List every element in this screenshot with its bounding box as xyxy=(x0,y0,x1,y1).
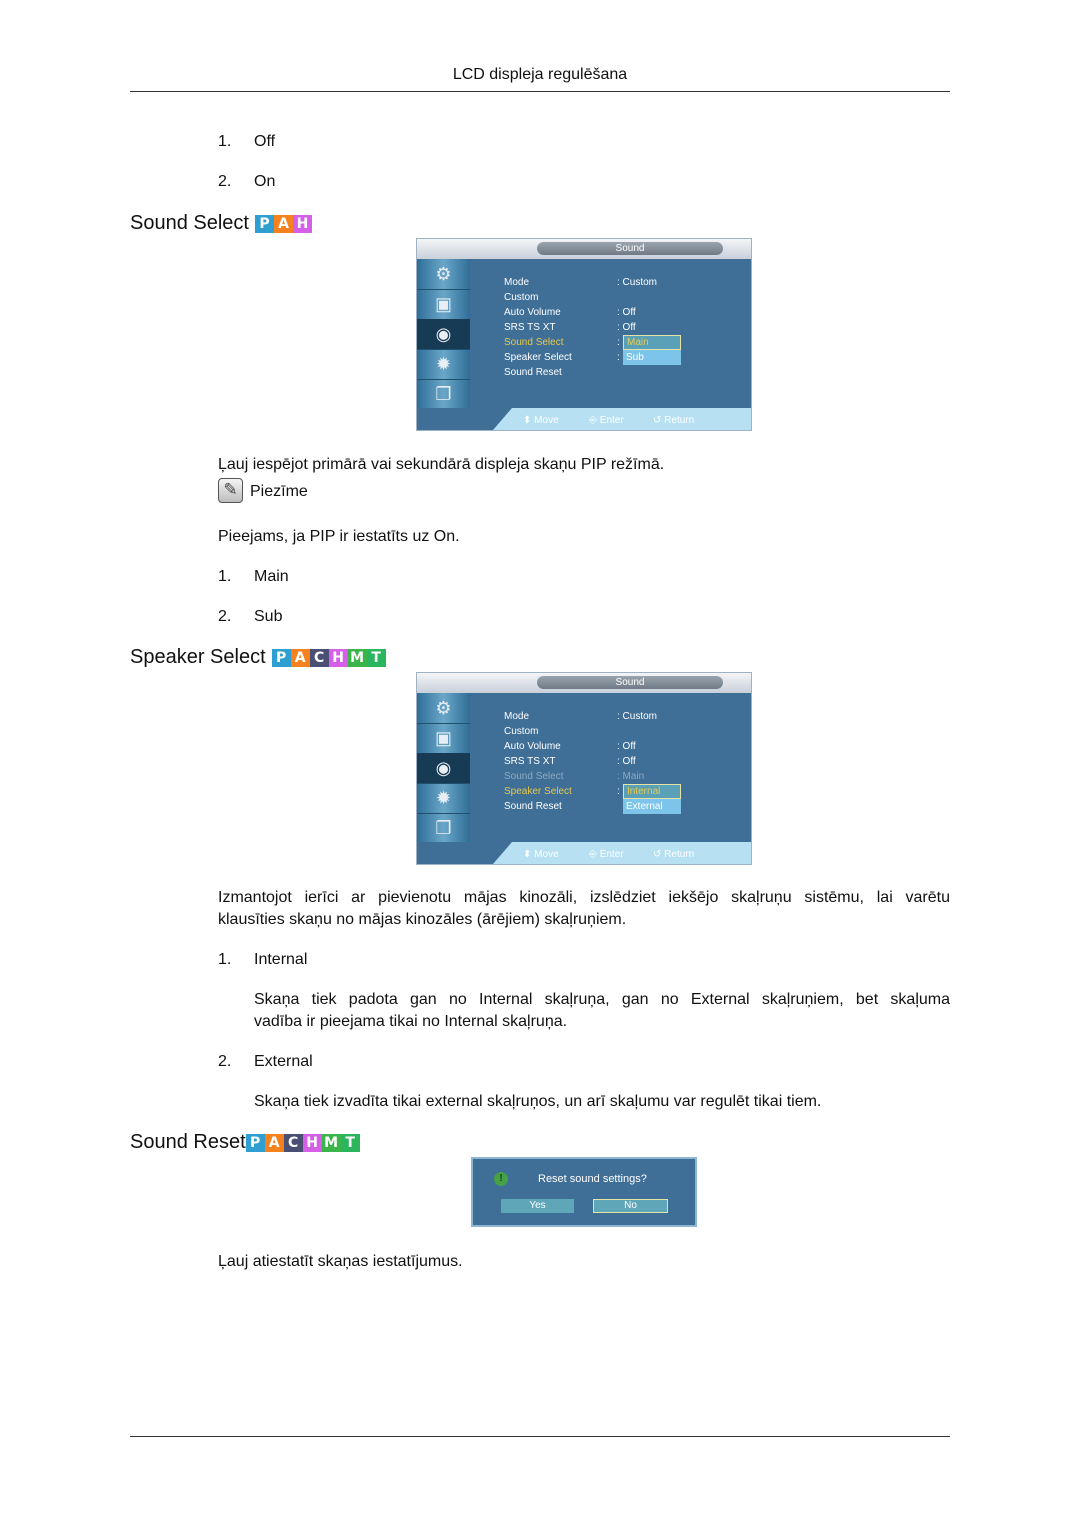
footer-divider xyxy=(130,1436,950,1437)
enter-icon: ⎆ xyxy=(589,415,597,426)
setup-gear-icon: ✹ xyxy=(417,783,470,814)
osd-speaker-menu-screenshot: Sound ⚙ ▣ ◉ ✹ ❐ Mode: Custom Custom Auto… xyxy=(416,672,752,865)
section-heading-sound-reset: Sound Reset PACHMT xyxy=(130,1131,360,1154)
section-title: Sound Reset xyxy=(130,1131,246,1153)
osd-hint-bar: ⬍ Move ⎆ Enter ↺ Return xyxy=(417,842,751,864)
list-label: Off xyxy=(254,133,276,150)
mode-badge-h: H xyxy=(328,648,348,667)
mode-badge-t: T xyxy=(366,648,386,667)
page-header-title: LCD displeja regulēšana xyxy=(452,66,628,83)
osd-row-srs: SRS TS XT: Off xyxy=(504,756,636,767)
mode-badge-m: M xyxy=(321,1133,341,1152)
up-down-arrow-icon: ⬍ xyxy=(523,849,532,860)
list-item: 1. Main xyxy=(218,568,289,585)
return-icon: ↺ xyxy=(653,849,662,860)
setup-gear-icon: ✹ xyxy=(417,349,470,380)
picture-icon: ▣ xyxy=(417,723,470,754)
osd-sidebar: ⚙ ▣ ◉ ✹ ❐ xyxy=(417,693,470,843)
reset-sound-dialog-screenshot: ! Reset sound settings? Yes No xyxy=(471,1157,697,1227)
return-icon: ↺ xyxy=(653,415,662,426)
input-plug-icon: ⚙ xyxy=(417,259,470,290)
return-hint: ↺ Return xyxy=(653,415,695,426)
section-heading-sound-select: Sound Select PAH xyxy=(130,212,312,235)
section-heading-speaker-select: Speaker Select PACHMT xyxy=(130,646,386,669)
section-title: Sound Select xyxy=(130,212,249,234)
move-hint: ⬍ Move xyxy=(523,415,559,426)
osd-row-auto-volume: Auto Volume: Off xyxy=(504,307,636,318)
mode-badge-h: H xyxy=(302,1133,322,1152)
osd-option-main: Main xyxy=(623,335,681,350)
osd-row-srs: SRS TS XT: Off xyxy=(504,322,636,333)
note-pencil-icon: ✎ xyxy=(218,478,243,503)
sound-reset-description: Ļauj atiestatīt skaņas iestatījumus. xyxy=(218,1253,463,1270)
list-number: 1. xyxy=(218,133,232,150)
input-plug-icon: ⚙ xyxy=(417,693,470,724)
no-button: No xyxy=(593,1199,668,1213)
enter-icon: ⎆ xyxy=(589,849,597,860)
osd-row-custom: Custom xyxy=(504,726,539,737)
section-title: Speaker Select xyxy=(130,646,266,668)
external-description: Skaņa tiek izvadīta tikai external skaļr… xyxy=(254,1093,822,1110)
picture-icon: ▣ xyxy=(417,289,470,320)
return-hint: ↺ Return xyxy=(653,849,695,860)
mode-badge-h: H xyxy=(292,214,312,233)
list-item: 1. Off xyxy=(218,131,275,153)
osd-title-bar: Sound xyxy=(417,673,751,693)
osd-row-custom: Custom xyxy=(504,292,539,303)
mode-badges: PACHMT xyxy=(245,1133,360,1152)
mode-badge-t: T xyxy=(340,1133,360,1152)
internal-description: Skaņa tiek padota gan no Internal skaļru… xyxy=(254,991,950,1030)
list-item: 2. On xyxy=(218,171,275,193)
mode-badge-a: A xyxy=(273,214,293,233)
mode-badge-a: A xyxy=(264,1133,284,1152)
list-item: 2. External xyxy=(218,1053,313,1070)
osd-row-mode: Mode: Custom xyxy=(504,277,658,288)
osd-tab-sound: Sound xyxy=(537,676,723,689)
mode-badge-c: C xyxy=(309,648,329,667)
osd-row-mode: Mode: Custom xyxy=(504,711,658,722)
mode-badges: PACHMT xyxy=(271,648,386,667)
note-heading: ✎ Piezīme xyxy=(218,478,308,503)
list-label: On xyxy=(254,173,276,190)
mode-badges: PAH xyxy=(254,214,312,233)
osd-dropdown: Main Sub xyxy=(623,335,681,365)
speaker-select-description: Izmantojot ierīci ar pievienotu mājas ki… xyxy=(218,889,950,928)
enter-hint: ⎆ Enter xyxy=(589,849,624,860)
osd-sound-menu-screenshot: Sound ⚙ ▣ ◉ ✹ ❐ Mode: Custom Custom Auto… xyxy=(416,238,752,431)
mode-badge-p: P xyxy=(271,648,291,667)
header-divider xyxy=(130,91,950,92)
osd-row-sound-select: Sound Select: Main xyxy=(504,771,645,782)
multi-screen-icon: ❐ xyxy=(435,383,452,404)
osd-hint-bar: ⬍ Move ⎆ Enter ↺ Return xyxy=(417,408,751,430)
note-text: Pieejams, ja PIP ir iestatīts uz On. xyxy=(218,528,460,545)
yes-button: Yes xyxy=(501,1199,574,1213)
osd-row-auto-volume: Auto Volume: Off xyxy=(504,741,636,752)
osd-dropdown: Internal External xyxy=(623,784,681,814)
enter-hint: ⎆ Enter xyxy=(589,415,624,426)
list-item: 2. Sub xyxy=(218,608,283,625)
list-number: 2. xyxy=(218,173,232,190)
speaker-icon: ◉ xyxy=(417,753,470,784)
mode-badge-p: P xyxy=(245,1133,265,1152)
info-icon: ! xyxy=(494,1172,508,1186)
move-hint: ⬍ Move xyxy=(523,849,559,860)
speaker-icon: ◉ xyxy=(417,319,470,350)
osd-option-sub: Sub xyxy=(623,350,681,365)
osd-tab-sound: Sound xyxy=(537,242,723,255)
osd-row-sound-reset: Sound Reset xyxy=(504,367,562,378)
osd-option-external: External xyxy=(623,799,681,814)
up-down-arrow-icon: ⬍ xyxy=(523,415,532,426)
mode-badge-p: P xyxy=(254,214,274,233)
mode-badge-m: M xyxy=(347,648,367,667)
mode-badge-a: A xyxy=(290,648,310,667)
note-label: Piezīme xyxy=(250,483,308,500)
osd-option-internal: Internal xyxy=(623,784,681,799)
mode-badge-c: C xyxy=(283,1133,303,1152)
multi-screen-icon: ❐ xyxy=(435,817,452,838)
osd-sidebar: ⚙ ▣ ◉ ✹ ❐ xyxy=(417,259,470,409)
dialog-title: Reset sound settings? xyxy=(538,1173,647,1185)
osd-title-bar: Sound xyxy=(417,239,751,259)
sound-select-description: Ļauj iespējot primārā vai sekundārā disp… xyxy=(218,456,665,473)
list-item: 1. Internal xyxy=(218,951,308,968)
